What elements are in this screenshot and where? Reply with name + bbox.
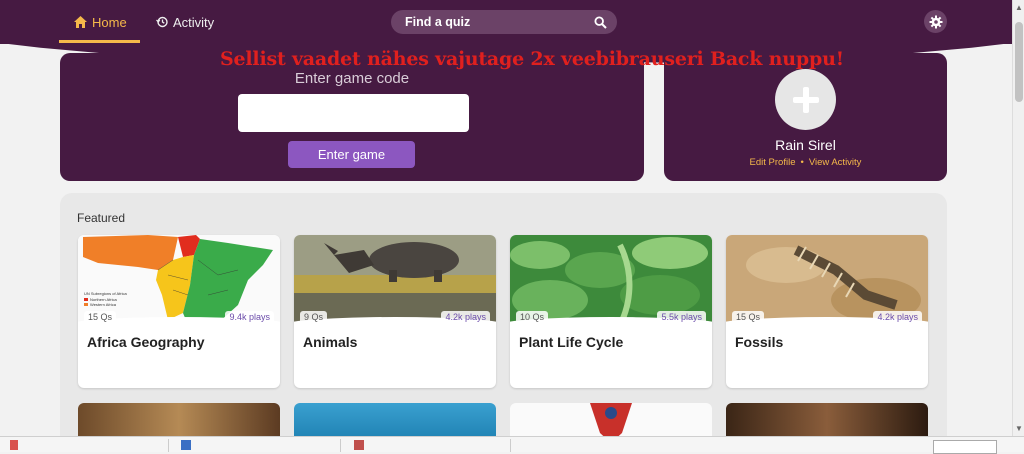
quiz-card-plant-life-cycle[interactable]: 10 Qs 5.5k plays Plant Life Cycle — [510, 235, 712, 388]
game-code-label: Enter game code — [294, 70, 410, 87]
presentation-file-icon[interactable] — [354, 440, 364, 450]
quiz-card-row2-4[interactable] — [726, 403, 928, 436]
taskbar-divider — [340, 439, 341, 452]
quiz-card-row2-2[interactable] — [294, 403, 496, 436]
plays-badge: 9.4k plays — [225, 311, 274, 324]
map-legend-western: Western Africa — [90, 302, 117, 307]
profile-links: Edit Profile • View Activity — [664, 157, 947, 168]
quiz-card-animals[interactable]: 9 Qs 4.2k plays Animals — [294, 235, 496, 388]
game-code-input[interactable] — [238, 94, 469, 132]
document-file-icon[interactable] — [181, 440, 191, 450]
map-legend-title: UN Subregions of Africa — [84, 291, 127, 296]
scroll-down-arrow-icon[interactable]: ▼ — [1015, 424, 1023, 433]
nav-home-label: Home — [92, 14, 127, 30]
quiz-card-africa-geography[interactable]: UN Subregions of Africa Northern Africa … — [78, 235, 280, 388]
enter-game-button[interactable]: Enter game — [288, 141, 415, 168]
plays-badge: 5.5k plays — [657, 311, 706, 324]
quiz-title: Fossils — [735, 334, 784, 350]
join-game-panel: Enter game code Enter game — [60, 53, 644, 181]
quiz-card-fossils[interactable]: 15 Qs 4.2k plays Fossils — [726, 235, 928, 388]
quiz-card-row2-3[interactable] — [510, 403, 712, 436]
quiz-title: Plant Life Cycle — [519, 334, 624, 350]
search-bar[interactable]: Find a quiz — [391, 10, 617, 34]
question-count-badge: 15 Qs — [84, 311, 117, 324]
scrollbar-thumb[interactable] — [1015, 22, 1023, 102]
active-tab-indicator — [59, 40, 140, 43]
nav-home[interactable]: Home — [74, 12, 127, 32]
search-input[interactable]: Find a quiz — [405, 15, 470, 29]
history-icon — [156, 16, 168, 28]
user-name: Rain Sirel — [775, 137, 836, 153]
bottom-taskbar — [0, 436, 1024, 454]
featured-title: Featured — [77, 211, 126, 225]
page: Home Activity Find a quiz Enter game cod… — [0, 0, 1012, 436]
profile-panel: Rain Sirel Edit Profile • View Activity — [664, 53, 947, 181]
top-navigation-bar: Home Activity Find a quiz — [0, 0, 1012, 44]
search-icon[interactable] — [594, 15, 607, 29]
nav-activity[interactable]: Activity — [156, 12, 214, 32]
avatar[interactable] — [775, 69, 836, 130]
quiz-title: Africa Geography — [87, 334, 205, 350]
featured-section: Featured UN Subregions of Africa Norther… — [60, 193, 947, 436]
settings-button[interactable] — [924, 10, 947, 33]
quiz-title: Animals — [303, 334, 358, 350]
question-count-badge: 15 Qs — [732, 311, 765, 324]
edit-profile-link[interactable]: Edit Profile — [750, 157, 796, 168]
plays-badge: 4.2k plays — [441, 311, 490, 324]
plays-badge: 4.2k plays — [873, 311, 922, 324]
nav-activity-label: Activity — [173, 14, 215, 30]
vertical-scrollbar[interactable]: ▲ ▼ — [1012, 0, 1024, 436]
question-count-badge: 9 Qs — [300, 311, 328, 324]
taskbar-divider — [168, 439, 169, 452]
warning-overlay-text: Sellist vaadet nähes vajutage 2x veebibr… — [220, 48, 844, 70]
quiz-card-row2-1[interactable] — [78, 403, 280, 436]
show-all-button[interactable] — [933, 440, 997, 454]
plus-icon — [792, 86, 819, 113]
question-count-badge: 10 Qs — [516, 311, 549, 324]
pdf-file-icon[interactable] — [10, 440, 18, 450]
gear-icon — [929, 15, 942, 28]
scroll-up-arrow-icon[interactable]: ▲ — [1015, 3, 1023, 12]
home-icon — [74, 16, 87, 28]
emblem-image — [590, 403, 632, 436]
taskbar-divider — [510, 439, 511, 452]
view-activity-link[interactable]: View Activity — [809, 157, 862, 168]
link-separator: • — [800, 157, 804, 168]
